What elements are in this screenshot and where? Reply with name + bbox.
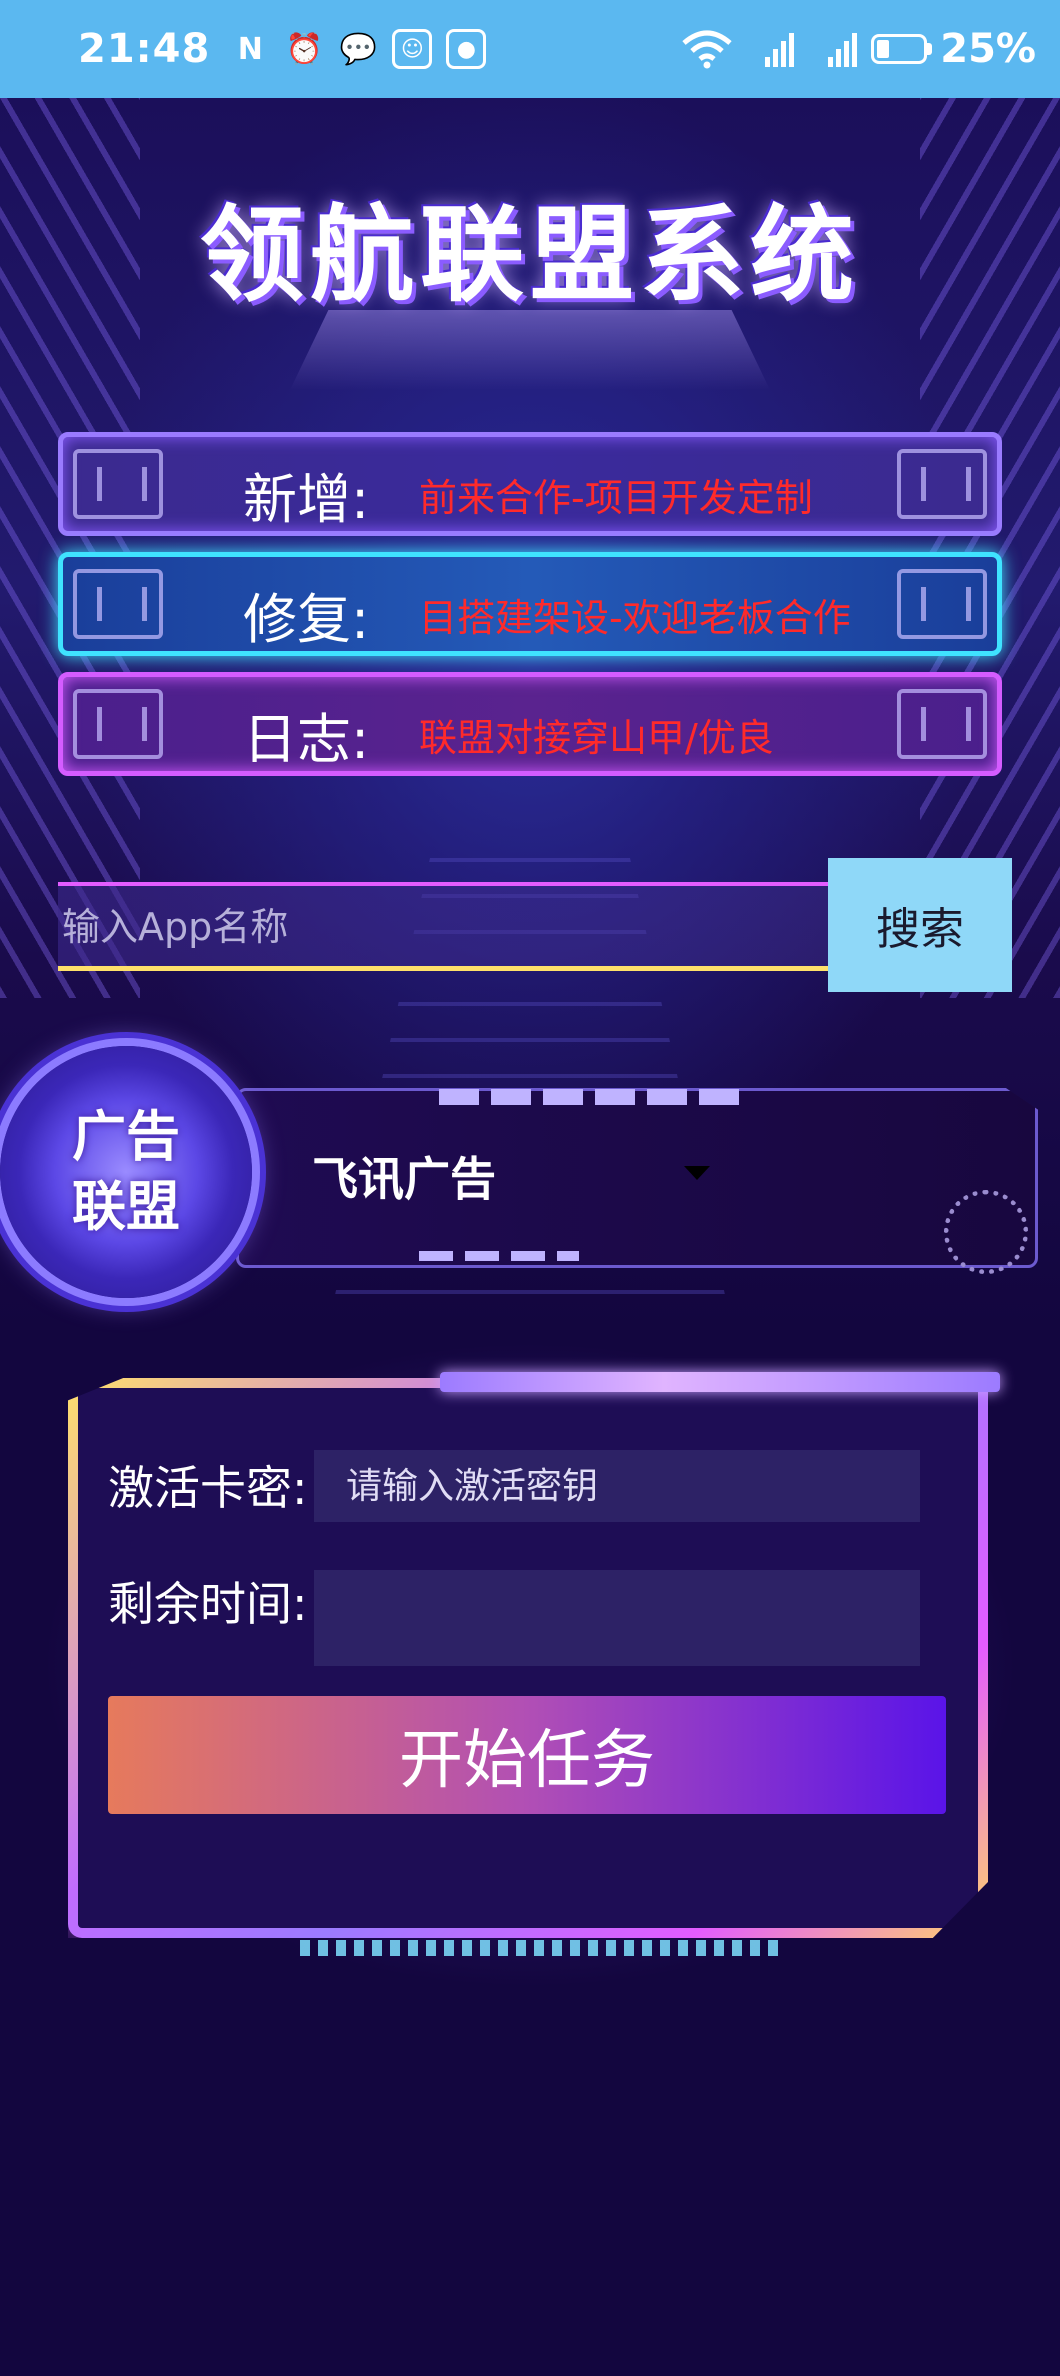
frame-decor-icon bbox=[897, 569, 987, 639]
notice-label: 新增: bbox=[243, 468, 370, 531]
notice-ticker: 目搭建架设-欢迎老板合作 bbox=[419, 596, 851, 640]
badge-line-2: 联盟 bbox=[72, 1175, 180, 1238]
alarm-icon: ⏰ bbox=[285, 31, 323, 67]
notice-new: 新增: 前来合作-项目开发定制 bbox=[58, 432, 1002, 536]
notice-ticker: 联盟对接穿山甲/优良 bbox=[419, 716, 774, 760]
ad-provider-selected: 飞讯广告 bbox=[312, 1152, 496, 1206]
card-decor bbox=[300, 1940, 780, 1956]
app-title: 领航联盟系统 bbox=[199, 194, 860, 316]
browser-icon: ● bbox=[446, 29, 487, 69]
start-task-button[interactable]: 开始任务 bbox=[108, 1696, 946, 1814]
frame-decor-icon bbox=[897, 449, 987, 519]
nfc-icon: N bbox=[237, 31, 263, 67]
panel-decor bbox=[419, 1251, 579, 1261]
wifi-icon bbox=[677, 29, 737, 69]
notice-label: 修复: bbox=[243, 588, 370, 651]
wechat-icon: 💬 bbox=[339, 31, 377, 67]
search-button[interactable]: 搜索 bbox=[828, 858, 1012, 992]
signal-2-icon bbox=[828, 31, 858, 67]
dropdown-arrow-icon[interactable] bbox=[684, 1166, 710, 1180]
ad-provider-dropdown[interactable]: 飞讯广告 bbox=[312, 1136, 732, 1216]
remaining-time-label: 剩余时间: bbox=[108, 1577, 308, 1631]
battery-icon: 25% bbox=[871, 26, 1036, 72]
activation-key-label: 激活卡密: bbox=[108, 1461, 308, 1515]
search-bar bbox=[58, 882, 828, 971]
frame-decor-icon bbox=[897, 689, 987, 759]
activation-key-input[interactable] bbox=[314, 1450, 920, 1522]
remaining-time-value bbox=[314, 1570, 920, 1666]
title-light bbox=[290, 310, 770, 390]
frame-decor-icon bbox=[73, 569, 163, 639]
notice-ticker: 前来合作-项目开发定制 bbox=[419, 476, 813, 520]
ring-decor-icon bbox=[944, 1190, 1028, 1274]
frame-decor-icon bbox=[73, 689, 163, 759]
ad-union-badge: 广告 联盟 bbox=[0, 1046, 252, 1298]
card-decor bbox=[440, 1372, 1000, 1392]
notice-label: 日志: bbox=[243, 708, 370, 771]
battery-percent: 25% bbox=[940, 26, 1036, 72]
search-input[interactable] bbox=[58, 896, 804, 958]
app-icon: ☺ bbox=[392, 29, 433, 69]
badge-line-1: 广告 bbox=[72, 1105, 180, 1168]
panel-decor bbox=[439, 1089, 739, 1105]
clock: 21:48 bbox=[78, 26, 211, 72]
frame-decor-icon bbox=[73, 449, 163, 519]
notice-fix: 修复: 目搭建架设-欢迎老板合作 bbox=[58, 552, 1002, 656]
signal-1-icon bbox=[765, 31, 795, 67]
notice-log: 日志: 联盟对接穿山甲/优良 bbox=[58, 672, 1002, 776]
status-bar: 21:48 N ⏰ 💬 ☺ ● 25% bbox=[0, 0, 1060, 98]
